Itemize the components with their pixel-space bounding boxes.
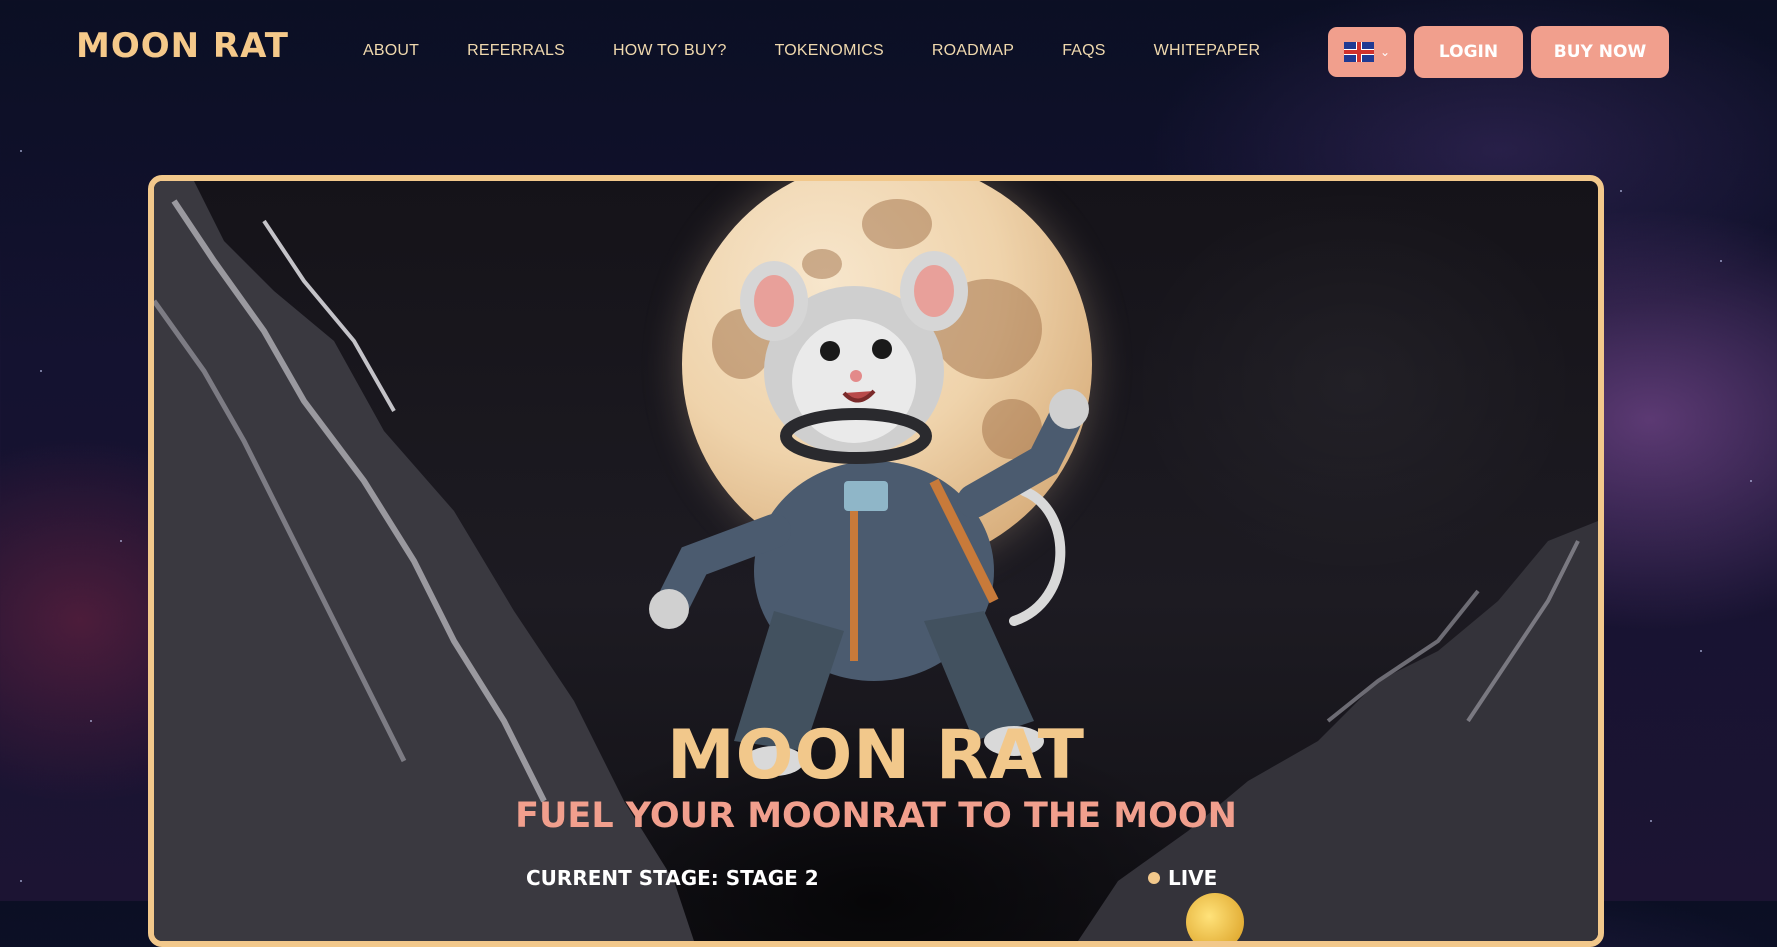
nav-roadmap[interactable]: ROADMAP (932, 42, 1014, 60)
coin-icon (1186, 893, 1244, 941)
hero-card: MOON RAT FUEL YOUR MOONRAT TO THE MOON C… (148, 175, 1604, 947)
nav-referrals[interactable]: REFERRALS (467, 42, 565, 60)
buy-now-button[interactable]: BUY NOW (1531, 26, 1669, 78)
uk-flag-icon (1343, 42, 1374, 62)
language-selector[interactable]: ⌄ (1328, 27, 1406, 77)
chevron-down-icon: ⌄ (1379, 45, 1391, 59)
live-dot-icon (1148, 872, 1160, 884)
nav-whitepaper[interactable]: WHITEPAPER (1154, 42, 1261, 60)
live-status: LIVE (1148, 866, 1217, 890)
hero-subtitle: FUEL YOUR MOONRAT TO THE MOON (515, 796, 1237, 836)
nav-faqs[interactable]: FAQS (1062, 42, 1105, 60)
logo-text: MOON RAT (76, 26, 289, 66)
live-label: LIVE (1168, 866, 1218, 890)
nav-about[interactable]: ABOUT (363, 42, 419, 60)
current-stage-label: CURRENT STAGE: STAGE 2 (526, 866, 819, 890)
main-nav: ABOUT REFERRALS HOW TO BUY? TOKENOMICS R… (363, 42, 1308, 60)
login-button[interactable]: LOGIN (1414, 26, 1523, 78)
nav-how-to-buy[interactable]: HOW TO BUY? (613, 42, 727, 60)
hero-title: MOON RAT (667, 716, 1085, 795)
logo[interactable]: MOON RAT (76, 26, 289, 66)
nav-tokenomics[interactable]: TOKENOMICS (775, 42, 884, 60)
